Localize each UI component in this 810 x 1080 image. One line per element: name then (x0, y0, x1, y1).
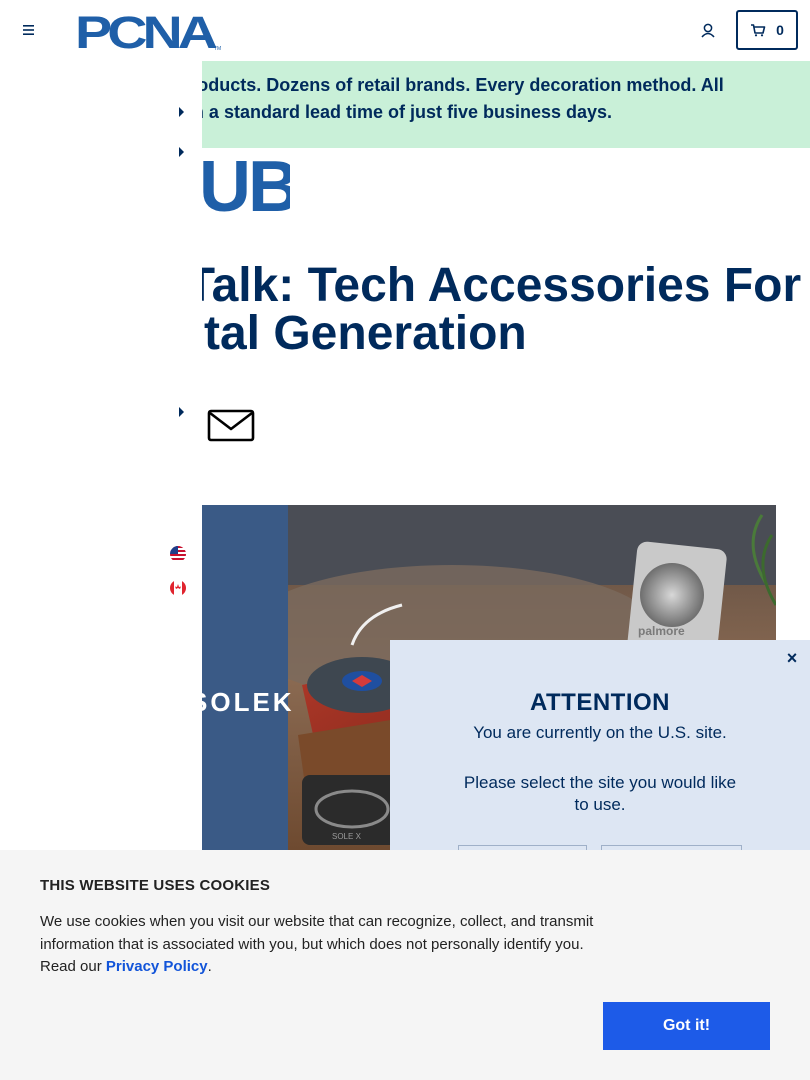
cart-button[interactable]: 0 (736, 10, 798, 50)
menu-expand-arrow-icon[interactable] (179, 407, 184, 417)
email-share-icon[interactable] (207, 408, 255, 444)
modal-title: ATTENTION (529, 689, 671, 716)
logo-text: PCNA (75, 8, 217, 52)
hamburger-menu-icon[interactable] (18, 20, 38, 40)
site-selector-modal: × ATTENTION You are currently on the U.S… (390, 640, 810, 856)
cookie-text: We use cookies when you visit our websit… (40, 911, 610, 979)
side-menu-panel (0, 61, 202, 850)
cart-icon (751, 24, 766, 37)
accept-cookies-button[interactable]: Got it! (603, 1002, 770, 1050)
cookie-banner: THIS WEBSITE USES COOKIES We use cookies… (0, 850, 810, 1080)
site-header: PCNA TM 0 (0, 0, 810, 61)
image-brand-bottom: SOLE X (332, 832, 362, 841)
logo-trademark: TM (214, 46, 221, 52)
menu-expand-arrow-icon[interactable] (179, 147, 184, 157)
privacy-policy-link[interactable]: Privacy Policy (106, 958, 208, 975)
image-brand-left: SOLEK (202, 687, 295, 717)
modal-instruction-text: Please select the site you would like to… (463, 773, 737, 814)
cart-count: 0 (776, 22, 784, 38)
canada-flag-icon[interactable] (170, 580, 186, 596)
account-icon[interactable] (697, 20, 719, 42)
cookie-title: THIS WEBSITE USES COOKIES (40, 877, 271, 894)
close-icon[interactable]: × (782, 648, 802, 668)
image-brand-right: palmore (638, 624, 685, 638)
modal-current-site-text: You are currently on the U.S. site. (473, 723, 727, 742)
menu-expand-arrow-icon[interactable] (179, 107, 184, 117)
cookie-text-end: . (207, 958, 212, 975)
pcna-logo[interactable]: PCNA TM (74, 7, 224, 58)
us-flag-icon[interactable] (170, 546, 186, 562)
